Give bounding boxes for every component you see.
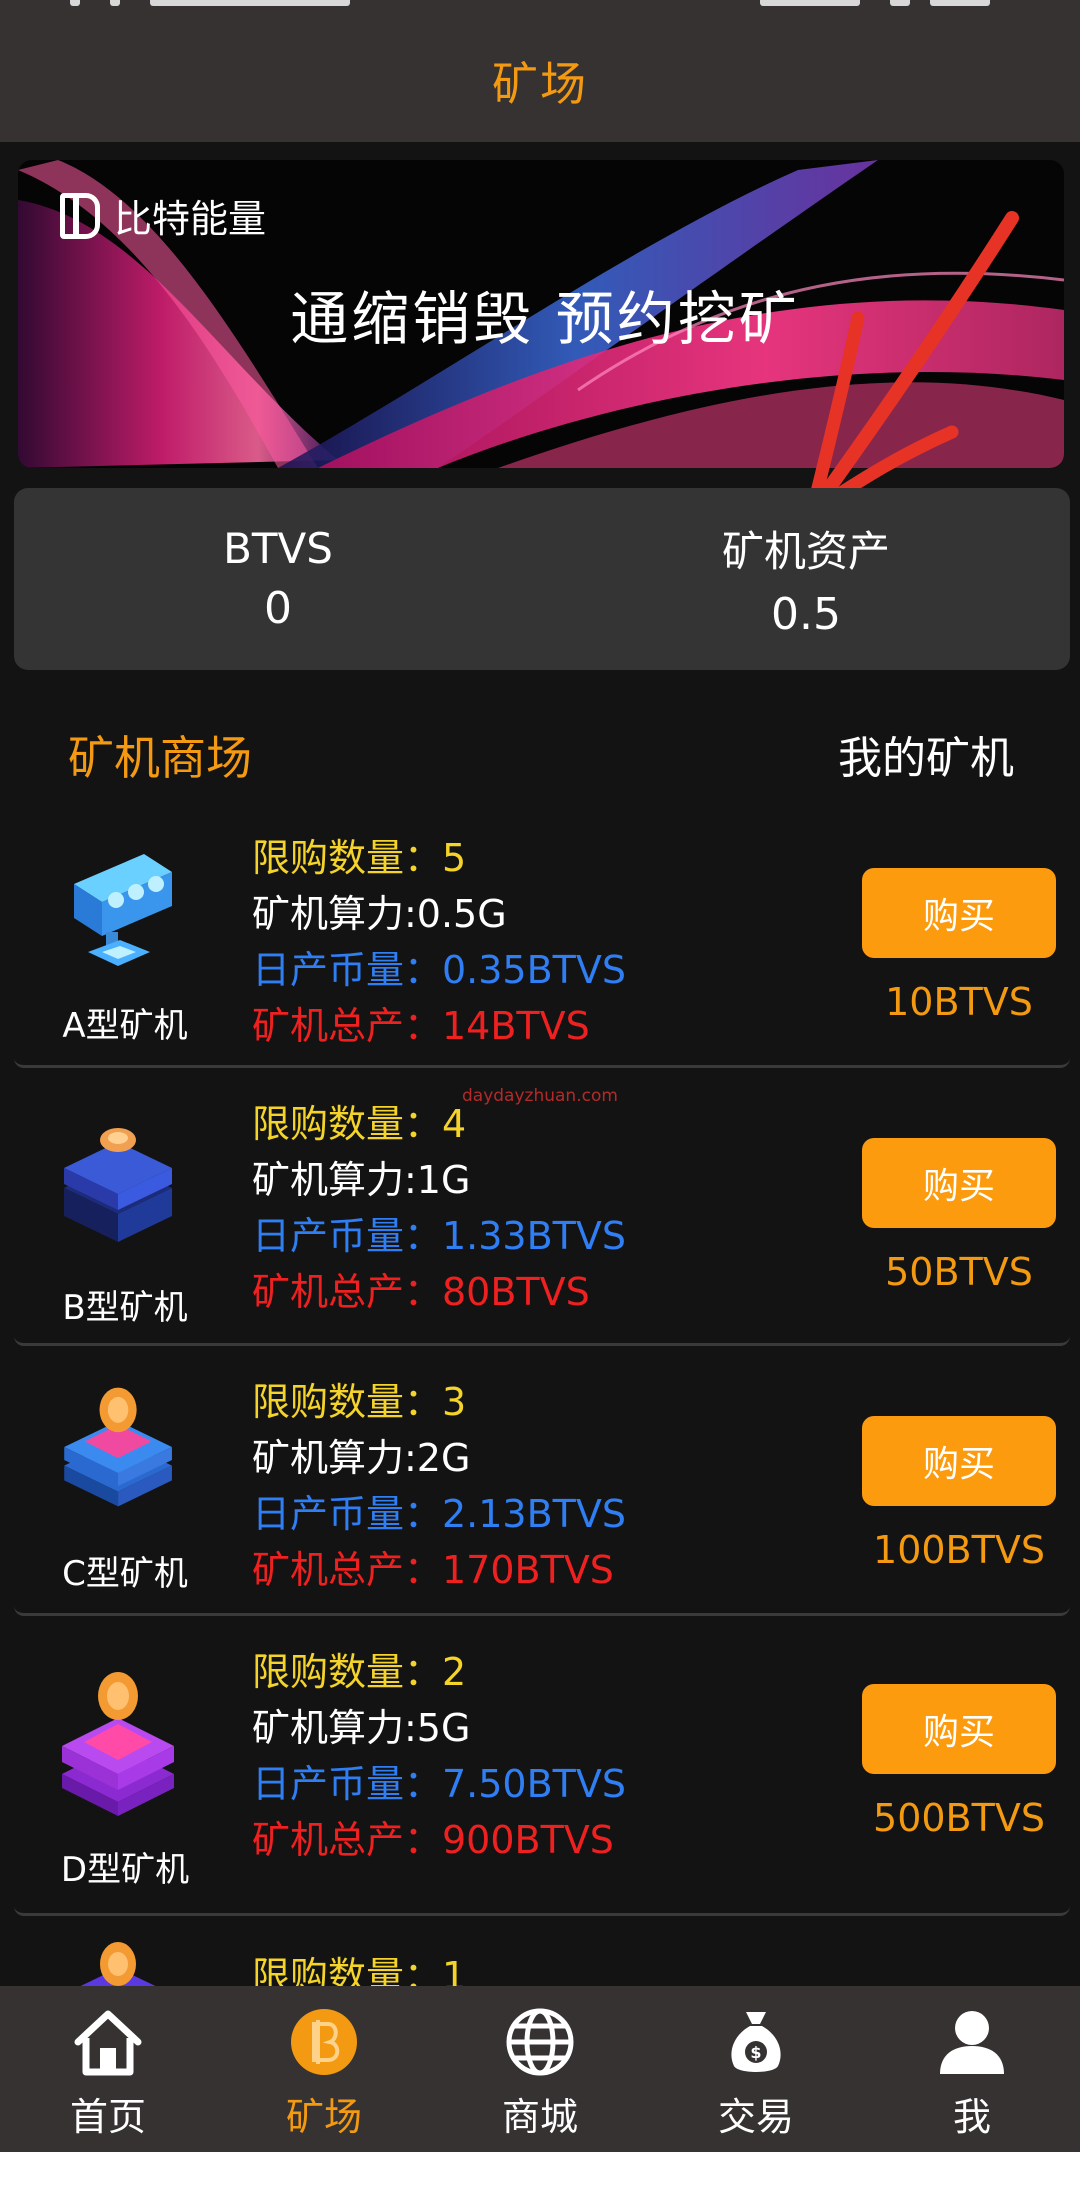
miner-c-stack-icon [64, 1387, 172, 1507]
miner-card-c: C型矿机 限购数量：3 矿机算力:2G 日产币量：2.13BTVS 矿机总产：1… [14, 1368, 1070, 1616]
daily-output: 日产币量：7.50BTVS [252, 1762, 627, 1806]
miner-price: 500BTVS [873, 1796, 1045, 1840]
brand-name: 比特能量 [114, 197, 267, 241]
total-output: 矿机总产：80BTVS [252, 1270, 590, 1314]
nav-me[interactable]: 我 [864, 1986, 1080, 2152]
hash-power: 矿机算力:0.5G [252, 892, 507, 936]
miner-a-gpu-icon [74, 854, 172, 966]
miner-card-b: B型矿机 限购数量：4 矿机算力:1G 日产币量：1.33BTVS 矿机总产：8… [14, 1090, 1070, 1346]
buy-button-b[interactable]: 购买 [862, 1138, 1056, 1228]
miner-name: C型矿机 [62, 1554, 188, 1594]
asset-stats: BTVS 0 矿机资产 0.5 [14, 488, 1070, 670]
status-bar [0, 0, 1080, 20]
hash-power: 矿机算力:2G [252, 1436, 471, 1480]
purchase-limit: 限购数量：4 [252, 1102, 467, 1146]
nav-home[interactable]: 首页 [0, 1986, 216, 2152]
promo-banner[interactable]: 比特能量 通缩销毁 预约挖矿 [18, 160, 1064, 468]
miner-price: 100BTVS [873, 1528, 1045, 1572]
miner-info: 限购数量：4 矿机算力:1G 日产币量：1.33BTVS 矿机总产：80BTVS [252, 1096, 626, 1320]
page-title: 矿场 [492, 57, 588, 111]
btvs-stat: BTVS 0 [14, 488, 542, 670]
miner-name: D型矿机 [60, 1850, 190, 1890]
miner-name: A型矿机 [62, 1006, 188, 1046]
stat-label: BTVS [223, 524, 333, 573]
daily-output: 日产币量：1.33BTVS [252, 1214, 627, 1258]
daily-output: 日产币量：2.13BTVS [252, 1492, 627, 1536]
nav-mine[interactable]: 矿场 [216, 1986, 432, 2152]
my-miners-link[interactable]: 我的矿机 [838, 722, 1014, 786]
nav-label: 交易 [717, 2095, 794, 2139]
purchase-limit: 限购数量：5 [252, 836, 467, 880]
brand: 比特能量 [60, 188, 266, 243]
total-output: 矿机总产：900BTVS [252, 1818, 614, 1862]
miner-name: B型矿机 [62, 1288, 188, 1328]
miner-card-d: D型矿机 限购数量：2 矿机算力:5G 日产币量：7.50BTVS 矿机总产：9… [14, 1636, 1070, 1916]
miner-d-stack-icon [62, 1672, 174, 1816]
stat-value: 0 [264, 583, 292, 634]
brand-logo-icon [60, 192, 100, 239]
total-output: 矿机总产：170BTVS [252, 1548, 614, 1592]
miner-market-title: 矿机商场 [68, 731, 252, 785]
nav-label: 我 [952, 2095, 991, 2139]
app-header: 矿场 [0, 20, 1080, 142]
stat-label: 矿机资产 [721, 527, 890, 576]
hash-power: 矿机算力:5G [252, 1706, 471, 1750]
total-output: 矿机总产：14BTVS [252, 1004, 590, 1048]
mining-page: 矿场 比特能量 通缩销毁 预约挖矿 BTVS 0 矿机资产 0.5 矿机商场 我… [0, 0, 1080, 2195]
buy-button-c[interactable]: 购买 [862, 1416, 1056, 1506]
miner-info: 限购数量：5 矿机算力:0.5G 日产币量：0.35BTVS 矿机总产：14BT… [252, 830, 626, 1054]
nav-label: 矿场 [285, 2095, 362, 2139]
bottom-nav: 首页 矿场 商城 $ 交易 我 [0, 1986, 1080, 2152]
money-bag-icon: $ [720, 2006, 792, 2078]
user-icon [936, 2006, 1008, 2078]
miner-assets-stat: 矿机资产 0.5 [542, 488, 1070, 670]
miner-info: 限购数量：3 矿机算力:2G 日产币量：2.13BTVS 矿机总产：170BTV… [252, 1374, 626, 1598]
mine-coin-icon [288, 2006, 360, 2078]
miner-price: 50BTVS [885, 1250, 1033, 1294]
banner-slogan: 通缩销毁 预约挖矿 [290, 285, 800, 353]
miner-price: 10BTVS [885, 980, 1033, 1024]
svg-text:$: $ [750, 2043, 761, 2062]
home-icon [72, 2006, 144, 2078]
system-nav-bar [0, 2152, 1080, 2195]
miner-card-e: 限购数量：1 [14, 1934, 1070, 1998]
nav-label: 商城 [501, 2095, 578, 2139]
globe-icon [504, 2006, 576, 2078]
miner-b-stack-icon [64, 1128, 172, 1242]
stat-value: 0.5 [771, 589, 841, 640]
nav-mall[interactable]: 商城 [432, 1986, 648, 2152]
buy-button-d[interactable]: 购买 [862, 1684, 1056, 1774]
hash-power: 矿机算力:1G [252, 1158, 471, 1202]
purchase-limit: 限购数量：3 [252, 1380, 467, 1424]
nav-trade[interactable]: $ 交易 [648, 1986, 864, 2152]
nav-label: 首页 [69, 2095, 146, 2139]
purchase-limit: 限购数量：2 [252, 1650, 467, 1694]
daily-output: 日产币量：0.35BTVS [252, 948, 627, 992]
buy-button-a[interactable]: 购买 [862, 868, 1056, 958]
miner-card-a: A型矿机 限购数量：5 矿机算力:0.5G 日产币量：0.35BTVS 矿机总产… [14, 822, 1070, 1068]
miner-info: 限购数量：2 矿机算力:5G 日产币量：7.50BTVS 矿机总产：900BTV… [252, 1644, 626, 1868]
